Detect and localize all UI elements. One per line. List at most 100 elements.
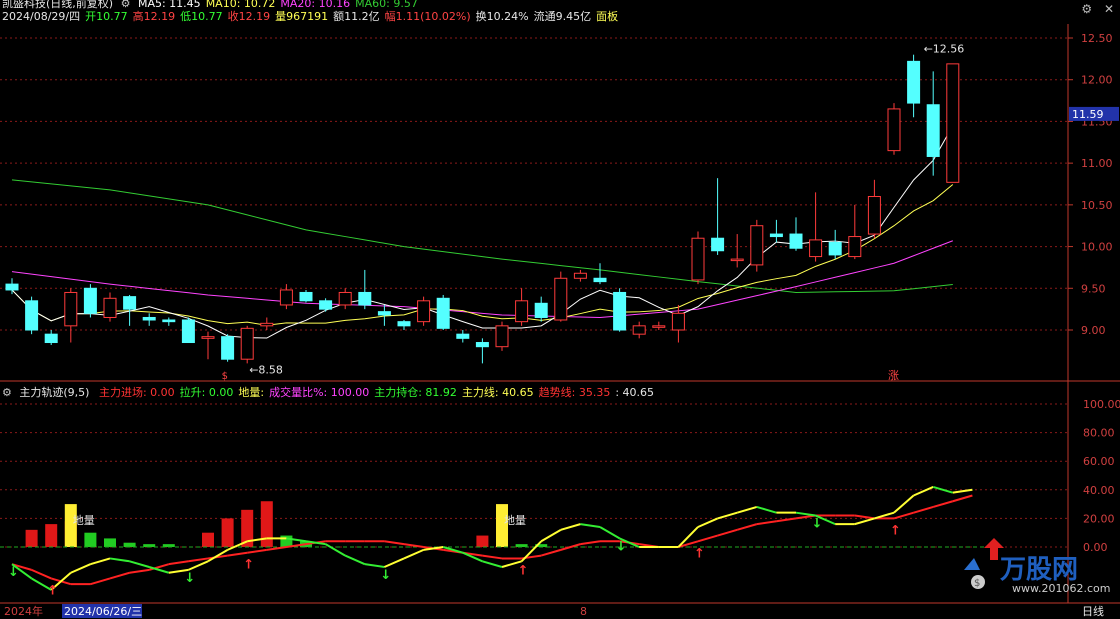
indicator-tick-label: 40.00: [1083, 484, 1115, 497]
zhuli-line-segment: [795, 511, 816, 517]
zhuli-line-segment: [70, 563, 91, 574]
candle-body: [495, 325, 509, 348]
zhuli-line-segment: [344, 554, 366, 566]
trend-line-segment: [893, 511, 914, 520]
indicator-tick-label: 80.00: [1083, 427, 1115, 440]
candle-body: [867, 196, 881, 235]
candle-body: [103, 297, 117, 318]
candle-body: [809, 239, 823, 258]
candle-body: [750, 225, 764, 266]
candle-body: [593, 277, 607, 283]
candle-body: [691, 237, 705, 281]
zhuli-line-segment: [913, 486, 934, 497]
indicator-red-bar: [45, 524, 58, 547]
zhuli-line-segment: [599, 526, 621, 540]
candle-body: [299, 291, 313, 302]
trend-line-segment: [482, 554, 503, 560]
zhuli-line-segment: [893, 494, 915, 514]
candle-body: [338, 291, 352, 306]
candle-body: [671, 312, 685, 331]
indicator-green-bar: [280, 535, 293, 547]
current-price-label: 11.59: [1072, 108, 1104, 121]
trend-line-segment: [540, 548, 562, 557]
candle-body: [358, 291, 372, 306]
candle-body: [613, 291, 627, 331]
dim-volume-label: 地量: [73, 514, 95, 527]
trend-line-segment: [717, 528, 738, 537]
candle-body: [436, 297, 450, 329]
trend-line-segment: [913, 506, 934, 514]
candle-body: [573, 272, 587, 279]
indicator-red-bar: [260, 501, 273, 547]
zhuli-line-segment: [383, 557, 405, 568]
limit-up-marker: 涨: [888, 369, 899, 382]
kline-chart-svg[interactable]: 12.5012.0011.5011.0010.5010.009.509.0010…: [0, 0, 1120, 619]
candle-body: [534, 302, 548, 318]
zhuli-line-segment: [90, 557, 111, 566]
indicator-green-bar: [123, 542, 136, 547]
zhuli-line-segment: [187, 560, 209, 571]
trend-line-segment: [580, 540, 601, 546]
candle-body: [201, 336, 215, 339]
candle-body: [711, 237, 725, 252]
zhuli-line-segment: [540, 528, 562, 543]
up-arrow-icon: ↑: [694, 546, 705, 561]
up-arrow-icon: ↑: [518, 563, 529, 578]
candle-body: [554, 277, 568, 321]
trend-line-segment: [697, 534, 718, 543]
zhuli-line-segment: [129, 560, 150, 568]
candle-body: [848, 236, 862, 258]
trend-line-segment: [31, 568, 52, 580]
watermark-url: www.201062.com: [1012, 582, 1110, 595]
candle-body: [5, 283, 19, 291]
candle-body: [123, 296, 137, 310]
zhuli-line-segment: [560, 523, 581, 531]
trend-line-segment: [932, 500, 954, 508]
indicator-red-bar: [202, 532, 214, 547]
candle-body: [181, 319, 195, 344]
trend-line-segment: [168, 560, 189, 566]
candle-body: [83, 287, 97, 314]
watermark-logo: $ 万股网 www.201062.com: [956, 530, 1116, 605]
y-tick-label: 12.50: [1081, 32, 1113, 45]
indicator-tick-label: 100.00: [1083, 398, 1120, 411]
candle-body: [64, 291, 78, 327]
candle-body: [515, 300, 529, 323]
candle-body: [240, 327, 254, 360]
dim-volume-label: 地量: [504, 514, 526, 527]
y-tick-label: 10.50: [1081, 199, 1113, 212]
trend-line-segment: [854, 514, 875, 520]
dollar-marker: $: [222, 371, 228, 382]
candle-body: [142, 316, 156, 321]
trend-line-segment: [736, 523, 758, 531]
zhuli-line-segment: [325, 543, 346, 557]
zhuli-line-segment: [736, 506, 758, 514]
svg-text:$: $: [974, 578, 980, 589]
trend-line-segment: [756, 520, 777, 526]
candle-body: [319, 300, 333, 310]
indicator-tick-label: 20.00: [1083, 512, 1115, 525]
zhuli-line-segment: [854, 517, 875, 526]
trend-line-segment: [90, 577, 111, 586]
candle-body: [279, 289, 293, 306]
date-label: 2024/06/26/三: [64, 605, 142, 618]
indicator-green-bar: [104, 538, 116, 547]
y-tick-label: 9.00: [1081, 324, 1106, 337]
candle-body: [887, 108, 901, 152]
zhuli-line-segment: [756, 506, 777, 514]
up-arrow-icon: ↑: [47, 583, 58, 598]
candle-body: [162, 319, 176, 323]
y-tick-label: 11.00: [1081, 157, 1113, 170]
candle-body: [946, 63, 960, 183]
candle-body: [769, 233, 783, 238]
candle-body: [221, 336, 235, 360]
candle-body: [397, 321, 411, 327]
watermark-icon: $ 万股网 www.201062.com: [964, 538, 1110, 595]
candle-body: [828, 241, 842, 256]
candle-body: [475, 342, 489, 348]
indicator-red-bar: [221, 518, 234, 547]
down-arrow-icon: ↓: [380, 568, 391, 583]
ma60-line: [11, 179, 953, 293]
zhuli-line-segment: [717, 511, 738, 520]
y-tick-label: 12.00: [1081, 74, 1113, 87]
